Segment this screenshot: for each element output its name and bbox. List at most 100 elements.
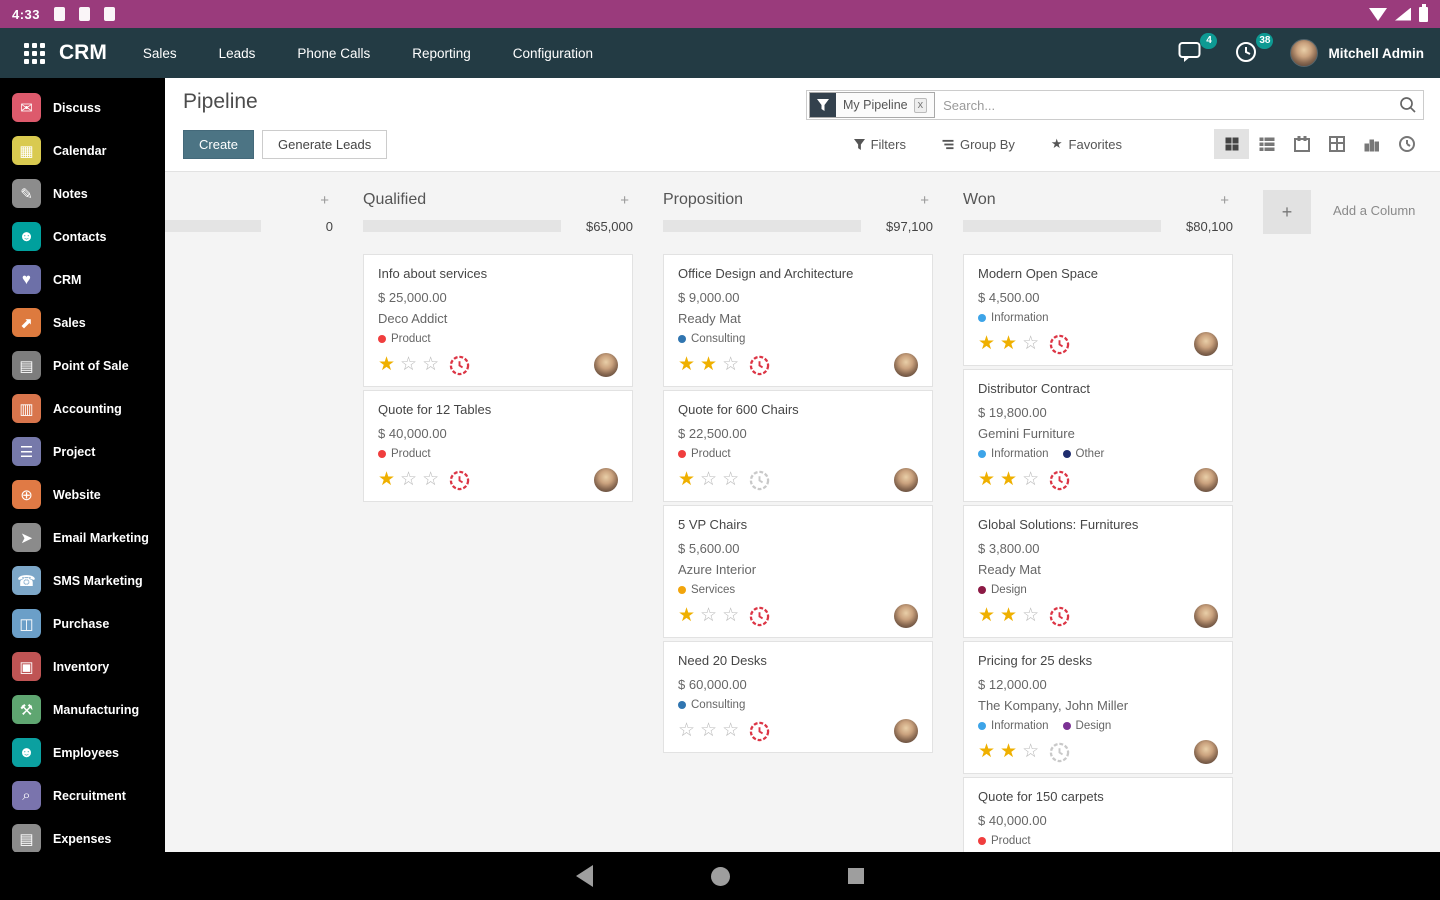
star-icon[interactable]: ☆ [422,354,439,376]
sidebar-item-manufacturing[interactable]: ⚒ Manufacturing [0,688,165,731]
sidebar-item-expenses[interactable]: ▤ Expenses [0,817,165,852]
priority-stars[interactable]: ★ ★ ☆ [978,741,1039,763]
activity-clock-button[interactable] [749,470,770,491]
search-input[interactable] [943,97,1399,113]
column-progressbar[interactable] [363,220,561,232]
star-icon[interactable]: ★ [378,354,395,376]
add-column-button[interactable]: + [1263,190,1311,234]
star-icon[interactable]: ★ [1000,741,1017,763]
star-icon[interactable]: ★ [700,354,717,376]
messages-button[interactable]: 4 [1178,33,1218,66]
star-icon[interactable]: ★ [678,605,695,627]
star-icon[interactable]: ★ [978,605,995,627]
favorites-menu[interactable]: ★ Favorites [1051,136,1122,152]
star-icon[interactable]: ★ [678,354,695,376]
kanban-card-quote-for-12-tables[interactable]: Quote for 12 Tables $ 40,000.00 Product ★ ☆ ☆ [363,390,633,502]
priority-stars[interactable]: ☆ ☆ ☆ [678,720,739,742]
search-icon[interactable] [1399,96,1417,114]
nav-menu-leads[interactable]: Leads [219,46,256,61]
sidebar-item-employees[interactable]: ☻ Employees [0,731,165,774]
priority-stars[interactable]: ★ ★ ☆ [978,605,1039,627]
facet-remove-button[interactable]: x [913,97,928,113]
sidebar-item-website[interactable]: ⊕ Website [0,473,165,516]
kanban-card-modern-open-space[interactable]: Modern Open Space $ 4,500.00 Information ★ ★… [963,254,1233,366]
star-icon[interactable]: ☆ [700,469,717,491]
priority-stars[interactable]: ★ ☆ ☆ [378,354,439,376]
activity-clock-button[interactable] [1049,742,1070,763]
view-activity-button[interactable] [1389,129,1424,159]
star-icon[interactable]: ★ [1000,605,1017,627]
star-icon[interactable]: ★ [678,469,695,491]
star-icon[interactable]: ☆ [1022,741,1039,763]
home-button[interactable] [711,866,730,886]
sidebar-item-calendar[interactable]: ▦ Calendar [0,129,165,172]
salesperson-avatar[interactable] [894,719,918,743]
column-progressbar[interactable] [963,220,1161,232]
star-icon[interactable]: ☆ [1022,605,1039,627]
star-icon[interactable]: ★ [1000,333,1017,355]
kanban-card-office-design-and-architecture[interactable]: Office Design and Architecture $ 9,000.00… [663,254,933,387]
kanban-card-info-about-services[interactable]: Info about services $ 25,000.00 Deco Addic… [363,254,633,387]
star-icon[interactable]: ☆ [722,469,739,491]
activity-clock-button[interactable] [449,470,470,491]
sidebar-item-sales[interactable]: ⬈ Sales [0,301,165,344]
star-icon[interactable]: ★ [978,333,995,355]
salesperson-avatar[interactable] [1194,332,1218,356]
star-icon[interactable]: ★ [378,469,395,491]
salesperson-avatar[interactable] [594,468,618,492]
app-title[interactable]: CRM [59,41,107,65]
sidebar-item-discuss[interactable]: ✉ Discuss [0,86,165,129]
star-icon[interactable]: ☆ [1022,469,1039,491]
column-progressbar[interactable] [165,220,261,232]
salesperson-avatar[interactable] [1194,604,1218,628]
sidebar-item-notes[interactable]: ✎ Notes [0,172,165,215]
column-progressbar[interactable] [663,220,861,232]
salesperson-avatar[interactable] [594,353,618,377]
view-calendar-button[interactable] [1284,129,1319,159]
salesperson-avatar[interactable] [1194,468,1218,492]
back-button[interactable] [576,865,593,887]
star-icon[interactable]: ☆ [422,469,439,491]
star-icon[interactable]: ☆ [400,354,417,376]
activities-button[interactable]: 38 [1234,33,1274,66]
quick-add-icon[interactable]: + [616,192,633,209]
kanban-card-5-vp-chairs[interactable]: 5 VP Chairs $ 5,600.00 Azure Interior Servi… [663,505,933,638]
activity-clock-button[interactable] [1049,606,1070,627]
star-icon[interactable]: ☆ [700,605,717,627]
sidebar-item-point-of-sale[interactable]: ▤ Point of Sale [0,344,165,387]
nav-menu-reporting[interactable]: Reporting [412,46,471,61]
recents-button[interactable] [848,868,864,884]
user-menu[interactable]: Mitchell Admin [1290,39,1424,67]
star-icon[interactable]: ☆ [722,605,739,627]
priority-stars[interactable]: ★ ☆ ☆ [378,469,439,491]
activity-clock-button[interactable] [1049,334,1070,355]
activity-clock-button[interactable] [749,355,770,376]
quick-add-icon[interactable]: + [916,192,933,209]
view-list-button[interactable] [1249,129,1284,159]
group-by-menu[interactable]: Group By [942,137,1015,152]
star-icon[interactable]: ☆ [678,720,695,742]
view-pivot-button[interactable] [1319,129,1354,159]
view-kanban-button[interactable] [1214,129,1249,159]
sidebar-item-sms-marketing[interactable]: ☎ SMS Marketing [0,559,165,602]
kanban-card-global-solutions-furnitures[interactable]: Global Solutions: Furnitures $ 3,800.00 Re… [963,505,1233,638]
filters-menu[interactable]: Filters [853,137,906,152]
sidebar-item-inventory[interactable]: ▣ Inventory [0,645,165,688]
priority-stars[interactable]: ★ ★ ☆ [978,333,1039,355]
kanban-card-quote-for-600-chairs[interactable]: Quote for 600 Chairs $ 22,500.00 Product ★ ☆… [663,390,933,502]
sidebar-item-project[interactable]: ☰ Project [0,430,165,473]
star-icon[interactable]: ★ [978,469,995,491]
sidebar-item-crm[interactable]: ♥ CRM [0,258,165,301]
quick-add-icon[interactable]: + [316,192,333,209]
view-graph-button[interactable] [1354,129,1389,159]
sidebar-item-email-marketing[interactable]: ➤ Email Marketing [0,516,165,559]
activity-clock-button[interactable] [749,721,770,742]
salesperson-avatar[interactable] [894,353,918,377]
star-icon[interactable]: ★ [978,741,995,763]
priority-stars[interactable]: ★ ☆ ☆ [678,469,739,491]
salesperson-avatar[interactable] [894,604,918,628]
activity-clock-button[interactable] [749,606,770,627]
priority-stars[interactable]: ★ ★ ☆ [678,354,739,376]
sidebar-item-recruitment[interactable]: ⌕ Recruitment [0,774,165,817]
quick-add-icon[interactable]: + [1216,192,1233,209]
